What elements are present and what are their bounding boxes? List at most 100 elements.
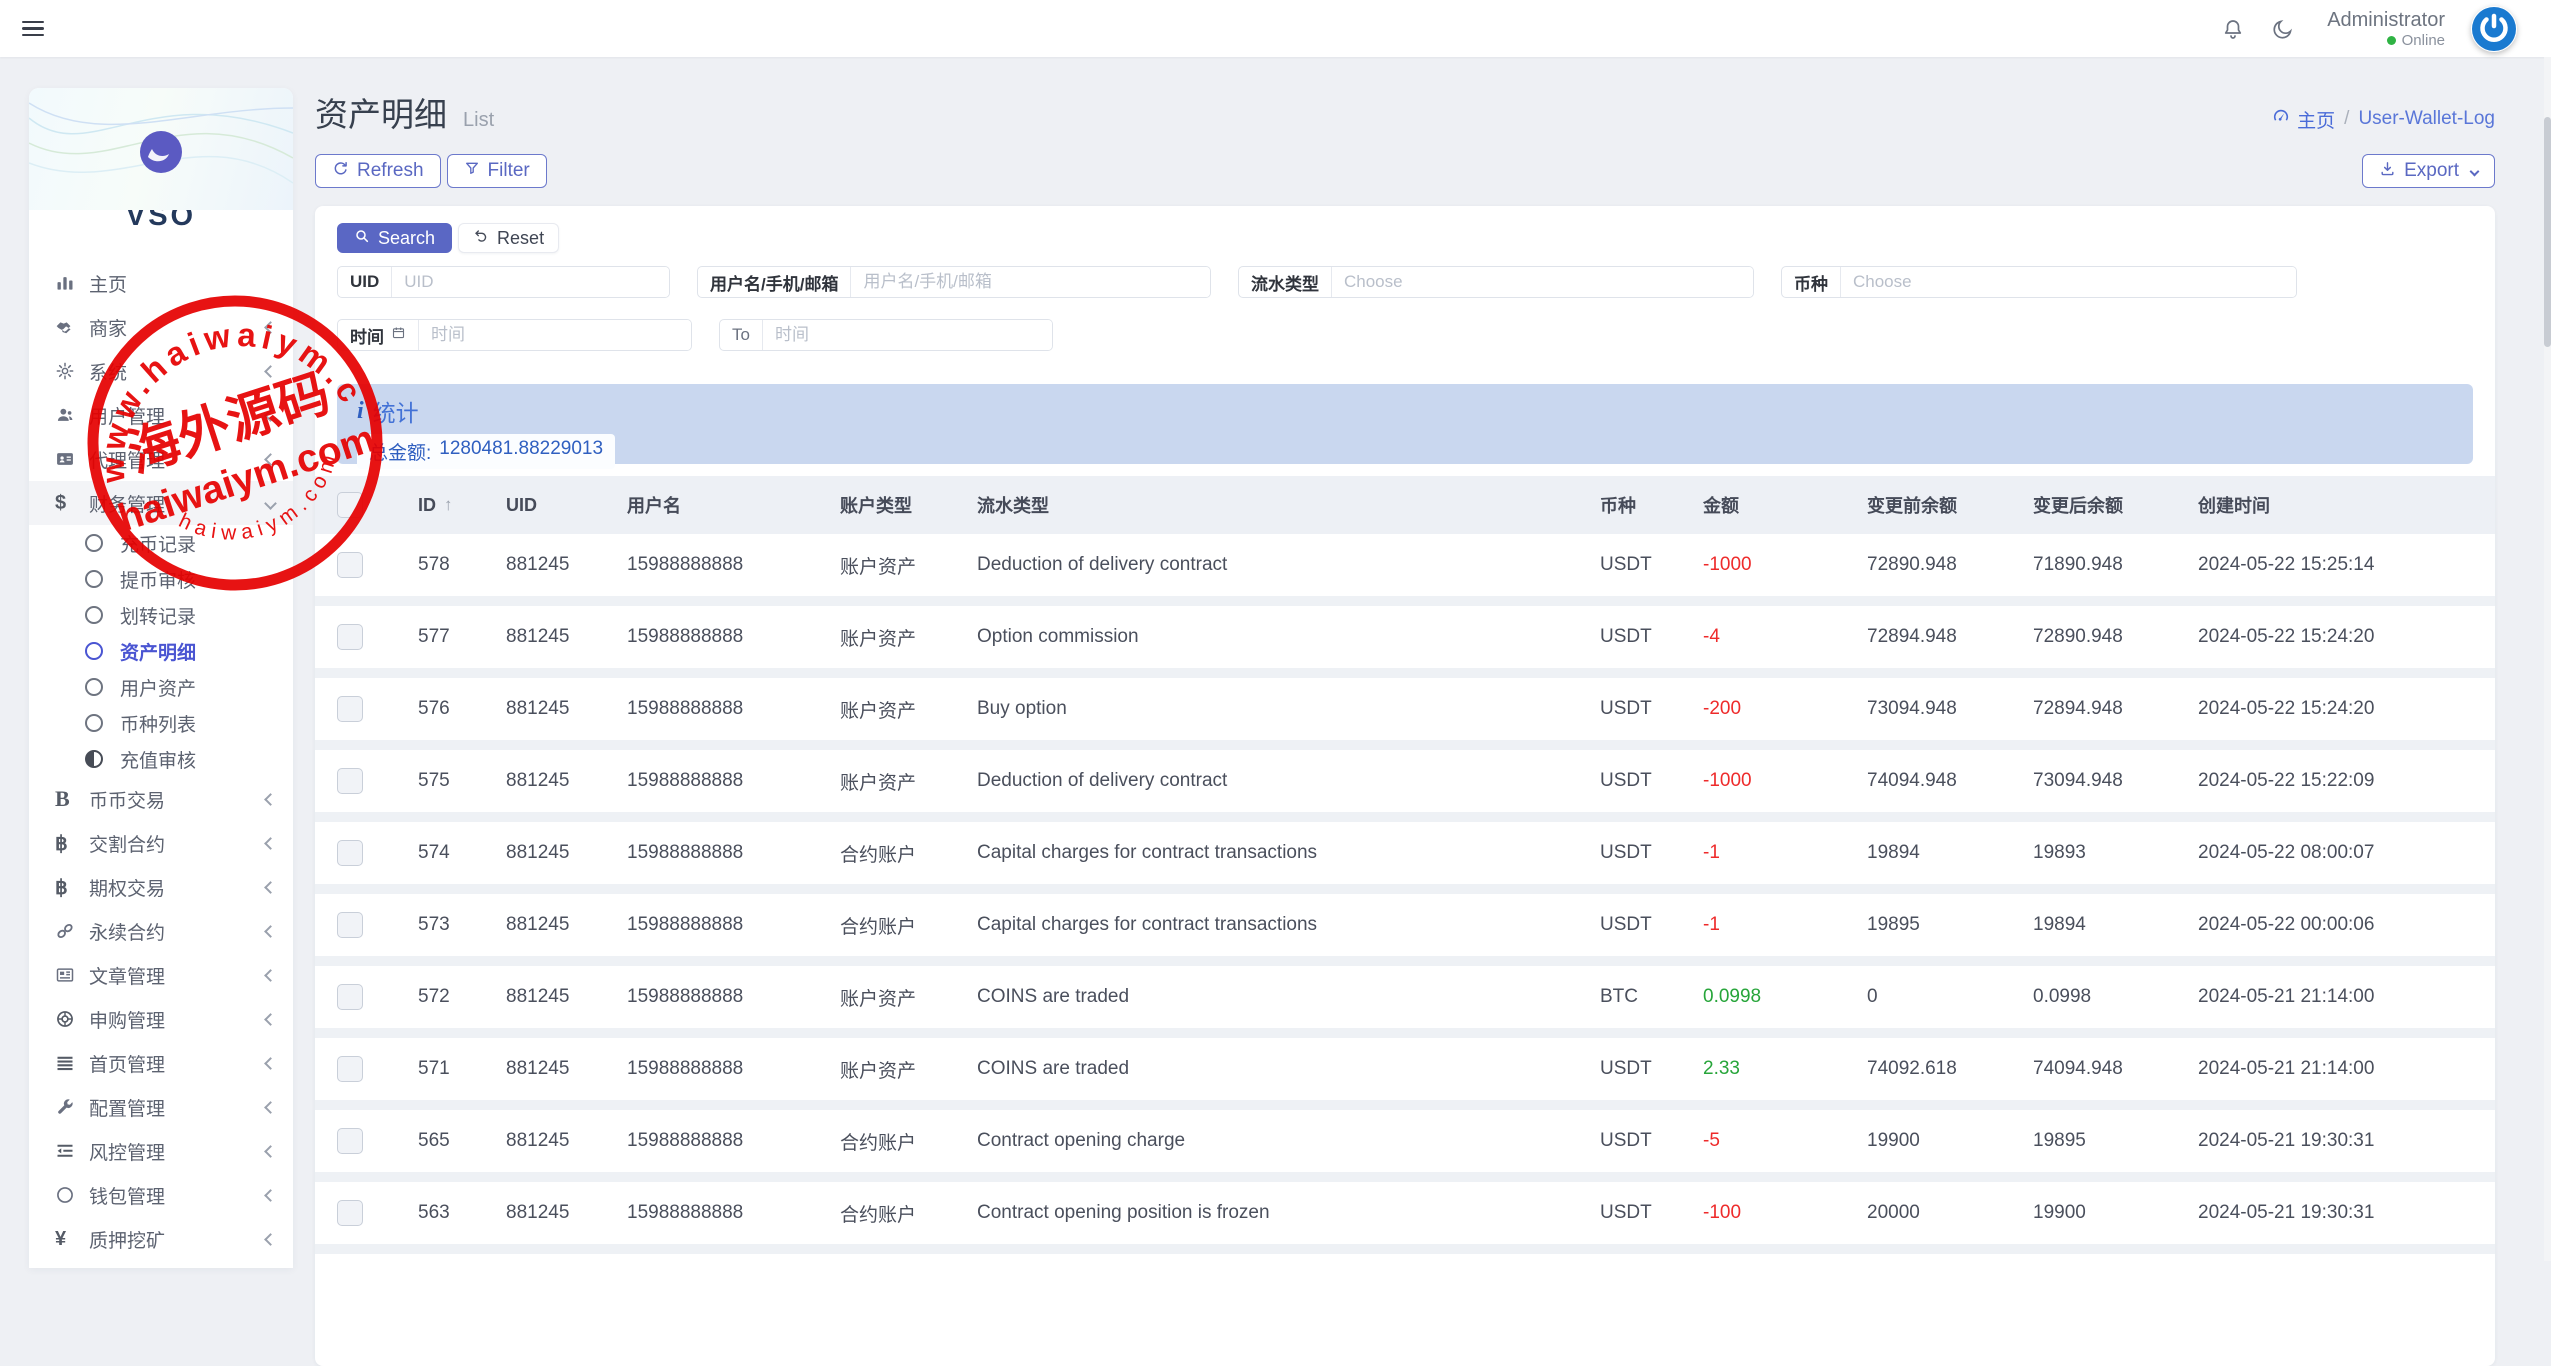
bell-icon[interactable]: [2221, 17, 2245, 41]
online-dot: [2387, 36, 2396, 45]
sidebar-item[interactable]: 提币审核: [29, 561, 293, 597]
avatar[interactable]: [2471, 6, 2517, 52]
sidebar-item[interactable]: 文章管理: [29, 953, 293, 997]
menu-toggle-icon[interactable]: [22, 17, 44, 41]
table-cell: BTC: [1578, 966, 1681, 1028]
sidebar-item[interactable]: 申购管理: [29, 997, 293, 1041]
time-from-input[interactable]: [419, 320, 691, 350]
sidebar-decoration: [29, 88, 293, 210]
sort-asc-icon: ↑: [444, 495, 453, 515]
table-cell: 72890.948: [1845, 534, 2011, 596]
main-content: 资产明细 List 主页 / User-Wallet-Log: [315, 88, 2495, 1366]
table-header-cell[interactable]: ID↑: [396, 476, 484, 534]
news-icon: [55, 965, 89, 985]
time-to-input[interactable]: [763, 320, 1052, 350]
table-cell: 881245: [484, 1110, 605, 1172]
row-checkbox[interactable]: [337, 984, 363, 1010]
sidebar-item[interactable]: ¥质押挖矿: [29, 1217, 293, 1261]
table-cell: 19894: [2011, 894, 2176, 956]
user-input[interactable]: [851, 267, 1210, 297]
table-cell: Contract opening charge: [955, 1110, 1578, 1172]
table-cell: -100: [1681, 1182, 1845, 1244]
dashboard-gauge-icon: [2271, 106, 2291, 132]
sidebar-item[interactable]: 划转记录: [29, 597, 293, 633]
table-cell: COINS are traded: [955, 1038, 1578, 1100]
sidebar-item-label: 系统: [89, 358, 266, 385]
sidebar-item[interactable]: 永续合约: [29, 909, 293, 953]
row-checkbox[interactable]: [337, 768, 363, 794]
scrollbar-track[interactable]: [2544, 57, 2551, 1261]
sidebar-item-label: 用户管理: [89, 402, 266, 429]
table-cell: Deduction of delivery contract: [955, 534, 1578, 596]
row-checkbox[interactable]: [337, 552, 363, 578]
row-checkbox[interactable]: [337, 1056, 363, 1082]
user-status: Online: [2402, 32, 2445, 50]
table-cell: USDT: [1578, 534, 1681, 596]
row-checkbox[interactable]: [337, 912, 363, 938]
table-header-cell: 用户名: [605, 476, 818, 534]
table-cell: 881245: [484, 678, 605, 740]
sidebar-item[interactable]: 钱包管理: [29, 1173, 293, 1217]
uid-input[interactable]: [392, 267, 669, 297]
table-cell: 15988888888: [605, 606, 818, 668]
chart-bars-icon: [55, 273, 89, 293]
table-cell: 账户资产: [818, 678, 955, 740]
breadcrumb-home-link[interactable]: 主页: [2271, 106, 2335, 133]
sidebar-menu: 主页商家系统用户管理代理管理$财务管理充币记录提币审核划转记录资产明细用户资产币…: [29, 261, 293, 1261]
sidebar-item[interactable]: 资产明细: [29, 633, 293, 669]
scrollbar-thumb[interactable]: [2544, 117, 2551, 347]
table-row: 57588124515988888888账户资产Deduction of del…: [315, 750, 2495, 812]
refresh-button[interactable]: Refresh: [315, 154, 441, 188]
sidebar-item-label: 提币审核: [120, 566, 196, 593]
sidebar-item[interactable]: ฿交割合约: [29, 821, 293, 865]
sidebar-item[interactable]: 用户管理: [29, 393, 293, 437]
sidebar-item[interactable]: $财务管理: [29, 481, 293, 525]
user-block[interactable]: Administrator Online: [2327, 8, 2445, 50]
sidebar-item[interactable]: 主页: [29, 261, 293, 305]
reset-button[interactable]: Reset: [458, 223, 559, 253]
row-checkbox[interactable]: [337, 1128, 363, 1154]
sidebar-item[interactable]: 充币记录: [29, 525, 293, 561]
flow-type-filter-label: 流水类型: [1239, 267, 1332, 297]
table-cell: 2024-05-22 15:22:09: [2176, 750, 2495, 812]
table-header-cell: 流水类型: [955, 476, 1578, 534]
chevron-left-icon: [264, 837, 277, 850]
sidebar-item[interactable]: 商家: [29, 305, 293, 349]
flow-type-select[interactable]: [1332, 267, 1753, 297]
dark-mode-moon-icon[interactable]: [2271, 17, 2295, 41]
table-cell: -1000: [1681, 750, 1845, 812]
table-row: 57788124515988888888账户资产Option commissio…: [315, 606, 2495, 668]
sidebar-item[interactable]: 首页管理: [29, 1041, 293, 1085]
user-filter-group: 用户名/手机/邮箱: [697, 266, 1211, 298]
info-icon: i: [357, 398, 364, 425]
row-checkbox[interactable]: [337, 840, 363, 866]
table-cell: 563: [396, 1182, 484, 1244]
filter-button[interactable]: Filter: [447, 154, 547, 188]
currency-select[interactable]: [1841, 267, 2296, 297]
sidebar-item[interactable]: 币种列表: [29, 705, 293, 741]
sidebar-item-label: 商家: [89, 314, 266, 341]
select-all-checkbox[interactable]: [337, 492, 363, 518]
sidebar-item-label: 文章管理: [89, 962, 266, 989]
yen-icon: ¥: [55, 1228, 89, 1251]
breadcrumb-current[interactable]: User-Wallet-Log: [2358, 108, 2495, 130]
sidebar-item[interactable]: 代理管理: [29, 437, 293, 481]
sidebar-item[interactable]: 用户资产: [29, 669, 293, 705]
sidebar-item[interactable]: ฿期权交易: [29, 865, 293, 909]
chevron-left-icon: [264, 969, 277, 982]
search-button[interactable]: Search: [337, 223, 452, 253]
chevron-left-icon: [264, 881, 277, 894]
sidebar-item-label: 币币交易: [89, 786, 266, 813]
sidebar-item[interactable]: 配置管理: [29, 1085, 293, 1129]
row-checkbox[interactable]: [337, 1200, 363, 1226]
row-checkbox[interactable]: [337, 624, 363, 650]
sidebar-item[interactable]: 系统: [29, 349, 293, 393]
user-filter-label: 用户名/手机/邮箱: [698, 267, 851, 297]
currency-filter-label: 币种: [1782, 267, 1841, 297]
sidebar-item[interactable]: 风控管理: [29, 1129, 293, 1173]
export-button[interactable]: Export: [2362, 154, 2495, 188]
row-checkbox[interactable]: [337, 696, 363, 722]
table-cell: 15988888888: [605, 750, 818, 812]
sidebar-item[interactable]: B币币交易: [29, 777, 293, 821]
sidebar-item[interactable]: 充值审核: [29, 741, 293, 777]
